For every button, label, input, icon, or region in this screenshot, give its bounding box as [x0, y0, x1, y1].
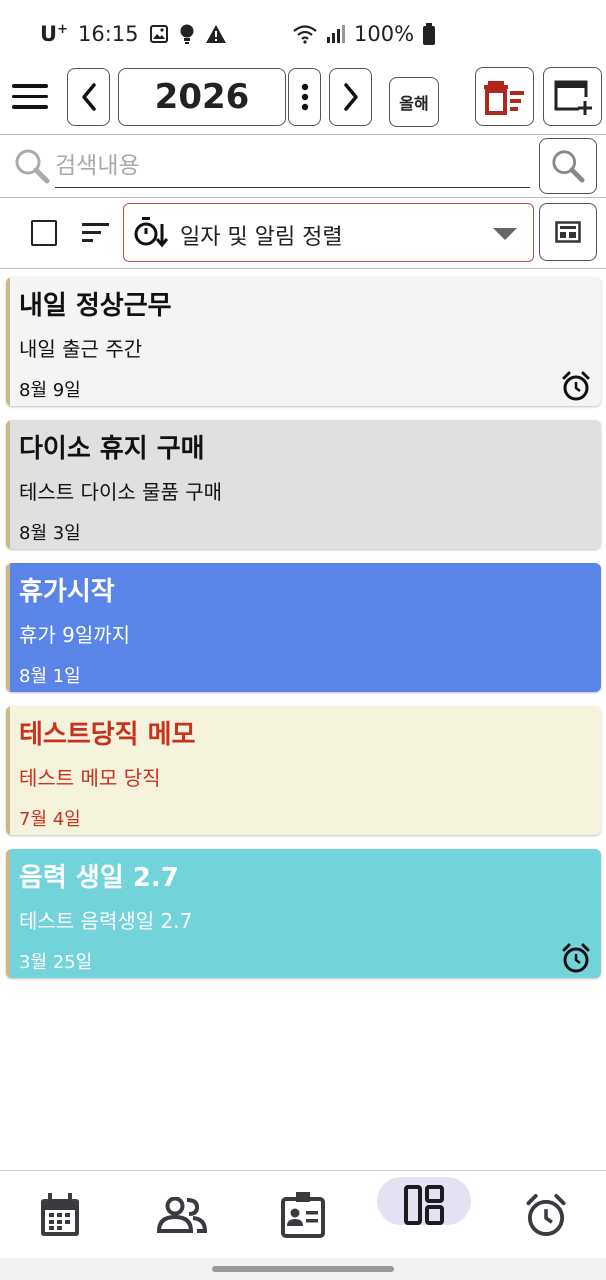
card-stripe — [6, 563, 10, 692]
wifi-icon — [293, 25, 317, 44]
next-year-button[interactable] — [329, 68, 372, 126]
memo-title: 휴가시작 — [19, 577, 115, 607]
alarm-clock-icon — [526, 1194, 566, 1236]
more-vertical-icon — [301, 83, 308, 111]
battery-icon — [423, 23, 436, 45]
prev-year-button[interactable] — [67, 68, 110, 126]
battery-percent: 100% — [354, 22, 415, 46]
nav-people[interactable] — [152, 1187, 212, 1243]
this-year-label: 올해 — [399, 94, 429, 113]
memo-description: 테스트 다이소 물품 구매 — [19, 480, 223, 504]
nav-calendar[interactable] — [30, 1187, 90, 1243]
memo-card[interactable]: 다이소 휴지 구매 테스트 다이소 물품 구매 8월 3일 — [6, 420, 601, 549]
memo-card[interactable]: 음력 생일 2.7 테스트 음력생일 2.7 3월 25일 — [6, 849, 601, 978]
memo-date: 3월 25일 — [19, 952, 93, 973]
search-icon — [552, 150, 585, 183]
gesture-bar — [0, 1258, 606, 1280]
memo-card[interactable]: 내일 정상근무 내일 출근 주간 8월 9일 — [6, 277, 601, 406]
layout-toggle-button[interactable] — [539, 203, 597, 261]
sort-divider — [0, 268, 606, 269]
toolbar: 2026 올해 — [0, 62, 606, 134]
layout-icon — [555, 221, 581, 243]
sort-dropdown[interactable]: 일자 및 알림 정렬 — [123, 203, 534, 262]
year-label: 2026 — [154, 77, 250, 117]
memo-title: 음력 생일 2.7 — [19, 863, 179, 893]
nav-dashboard[interactable] — [394, 1177, 454, 1233]
carrier-label: U+ — [40, 22, 68, 46]
memo-list: 내일 정상근무 내일 출근 주간 8월 9일 다이소 휴지 구매 테스트 다이소… — [6, 277, 601, 992]
card-stripe — [6, 706, 10, 835]
home-indicator[interactable] — [212, 1266, 394, 1272]
dropdown-arrow-icon — [493, 228, 517, 240]
contact-card-icon — [281, 1192, 325, 1238]
this-year-button[interactable]: 올해 — [389, 77, 439, 127]
memo-date: 7월 4일 — [19, 809, 81, 830]
select-all-checkbox[interactable] — [31, 220, 57, 246]
add-calendar-button[interactable] — [543, 67, 602, 126]
clock: 16:15 — [77, 22, 139, 46]
delete-list-button[interactable] — [475, 67, 534, 126]
card-stripe — [6, 277, 10, 406]
nav-contact-card[interactable] — [273, 1187, 333, 1243]
toolbar-divider — [0, 134, 606, 135]
memo-card[interactable]: 휴가시작 휴가 9일까지 8월 1일 — [6, 563, 601, 692]
search-icon — [15, 149, 50, 184]
sort-row: 일자 및 알림 정렬 — [0, 200, 606, 266]
search-row — [0, 138, 606, 198]
search-divider — [0, 197, 606, 198]
memo-description: 테스트 음력생일 2.7 — [19, 909, 193, 933]
gallery-notification-icon — [149, 25, 168, 43]
status-bar: U+ 16:15 100% — [0, 0, 606, 70]
bulb-notification-icon — [180, 24, 193, 44]
memo-description: 테스트 메모 당직 — [19, 766, 161, 790]
bottom-navigation — [0, 1170, 606, 1258]
dashboard-icon — [404, 1185, 444, 1225]
calendar-icon — [41, 1193, 79, 1236]
memo-card[interactable]: 테스트당직 메모 테스트 메모 당직 7월 4일 — [6, 706, 601, 835]
memo-date: 8월 3일 — [19, 523, 81, 544]
memo-date: 8월 1일 — [19, 666, 81, 687]
memo-description: 휴가 9일까지 — [19, 623, 131, 647]
people-icon — [157, 1197, 207, 1233]
memo-title: 내일 정상근무 — [19, 291, 172, 321]
sort-icon[interactable] — [82, 222, 110, 244]
alarm-icon — [562, 371, 590, 401]
status-left: U+ 16:15 — [40, 22, 227, 46]
warning-notification-icon — [205, 25, 226, 43]
nav-alarm[interactable] — [516, 1187, 576, 1243]
memo-title: 테스트당직 메모 — [19, 720, 196, 750]
alarm-icon — [562, 943, 590, 973]
signal-icon — [327, 25, 345, 43]
search-input[interactable] — [55, 144, 530, 188]
trash-list-icon — [483, 80, 524, 115]
card-stripe — [6, 849, 10, 978]
memo-description: 내일 출근 주간 — [19, 337, 143, 361]
year-options-button[interactable] — [288, 68, 321, 126]
memo-title: 다이소 휴지 구매 — [19, 434, 205, 464]
year-display[interactable]: 2026 — [118, 68, 286, 126]
chevron-left-icon — [81, 83, 96, 111]
chevron-right-icon — [343, 83, 358, 111]
timer-sort-icon — [134, 217, 168, 248]
calendar-add-icon — [554, 80, 592, 115]
card-stripe — [6, 420, 10, 549]
sort-label: 일자 및 알림 정렬 — [180, 225, 343, 250]
status-right: 100% — [292, 22, 436, 46]
search-button[interactable] — [539, 138, 597, 194]
memo-date: 8월 9일 — [19, 380, 81, 401]
menu-icon[interactable] — [12, 84, 48, 110]
